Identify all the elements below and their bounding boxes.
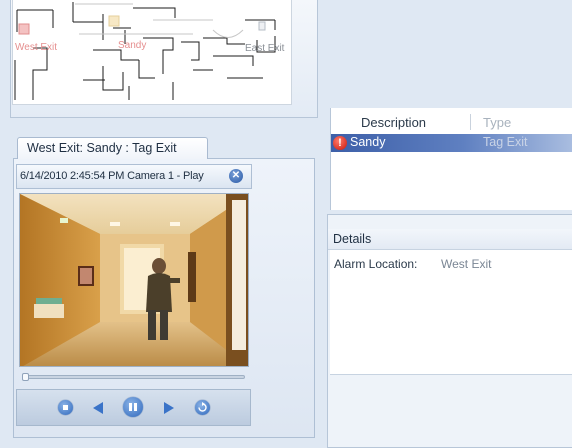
map-label-sandy: Sandy <box>118 40 147 51</box>
loop-icon <box>198 402 207 412</box>
play-button[interactable] <box>162 401 176 415</box>
alarm-location-label: Alarm Location: <box>334 257 418 271</box>
step-back-button[interactable] <box>91 401 105 415</box>
tab-camera-west-exit[interactable]: West Exit: Sandy : Tag Exit <box>17 137 208 159</box>
step-back-icon <box>93 402 103 414</box>
stop-icon <box>63 405 68 410</box>
alert-icon: ! <box>333 136 347 150</box>
camera-status-text: 6/14/2010 2:45:54 PM Camera 1 - Play <box>20 170 204 182</box>
seek-track[interactable] <box>24 375 245 379</box>
playback-controls <box>16 389 251 426</box>
pause-icon <box>129 403 137 411</box>
close-camera-button[interactable]: ✕ <box>229 169 243 183</box>
column-header-description[interactable]: Description <box>361 115 426 130</box>
row-description: Sandy <box>350 135 386 149</box>
pause-button[interactable] <box>123 397 143 417</box>
floor-map[interactable]: West Exit Sandy East Exit <box>12 0 292 105</box>
row-type: Tag Exit <box>483 135 528 149</box>
close-icon: ✕ <box>231 170 241 181</box>
column-header-type[interactable]: Type <box>483 115 511 130</box>
map-label-west-exit: West Exit <box>15 42 58 53</box>
alarm-location-value: West Exit <box>441 257 492 271</box>
video-frame <box>20 194 248 366</box>
seek-thumb[interactable] <box>22 373 29 381</box>
camera-video-feed[interactable] <box>19 193 249 367</box>
column-separator[interactable] <box>470 114 471 130</box>
play-icon <box>164 402 174 414</box>
stop-button[interactable] <box>58 400 73 415</box>
loop-button[interactable] <box>195 400 210 415</box>
details-title: Details <box>333 232 372 246</box>
map-label-east-exit: East Exit <box>245 43 285 54</box>
